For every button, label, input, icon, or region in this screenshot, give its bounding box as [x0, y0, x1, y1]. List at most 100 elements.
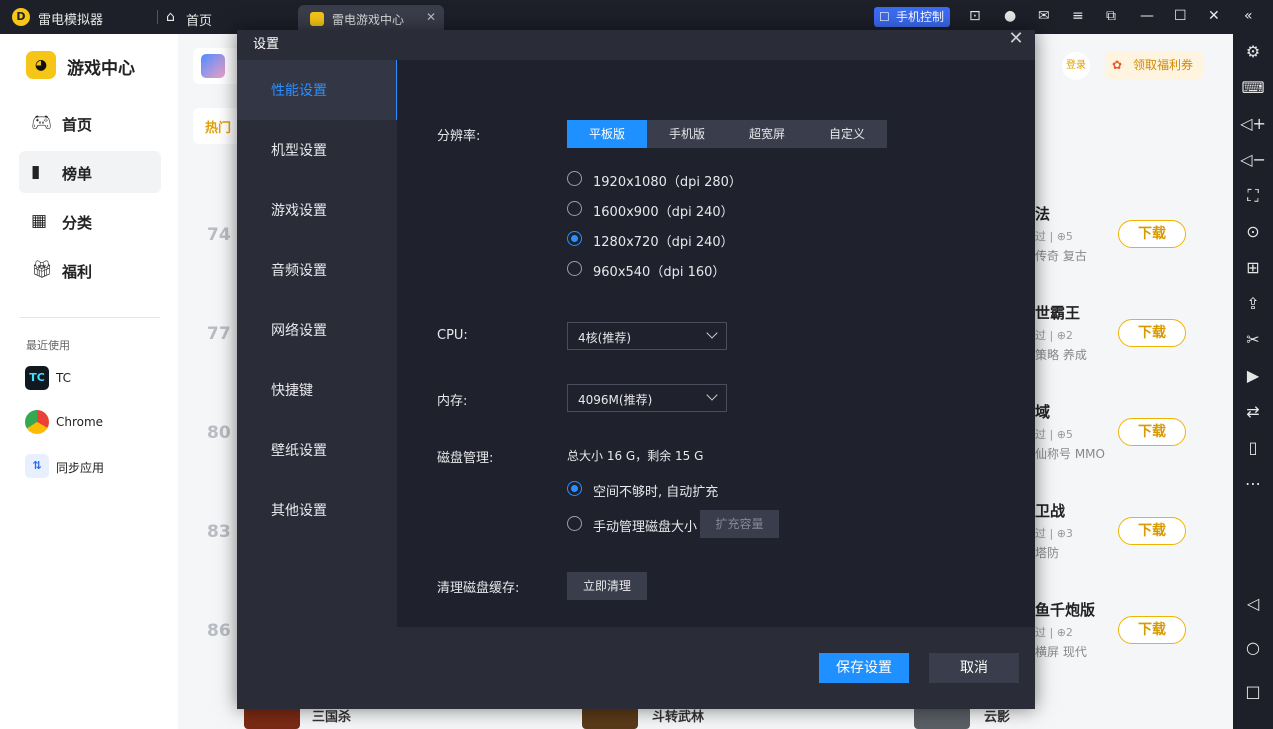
- home-circle-icon[interactable]: ○: [1233, 638, 1273, 657]
- sync-icon[interactable]: ⇄: [1233, 402, 1273, 421]
- game-meta: 过 | ⊕3: [1035, 527, 1073, 540]
- game-name[interactable]: 法: [1035, 203, 1050, 224]
- cpu-select[interactable]: 4核(推荐): [567, 322, 727, 350]
- volume-down-icon[interactable]: ◁−: [1233, 150, 1273, 169]
- menu-item-other[interactable]: 其他设置: [237, 480, 397, 540]
- more-icon[interactable]: ⋯: [1233, 474, 1273, 493]
- multi-instance-icon[interactable]: ⊞: [1233, 258, 1273, 277]
- collapse-toolbar-icon[interactable]: «: [1244, 8, 1253, 24]
- menu-item-wallpaper[interactable]: 壁纸设置: [237, 420, 397, 480]
- shake-icon[interactable]: ▯: [1233, 438, 1273, 457]
- resolution-option-label: 1280x720（dpi 240）: [593, 235, 734, 250]
- welfare-coupon-button[interactable]: ✿ 领取福利券: [1105, 51, 1203, 79]
- sidebar-item-label: 福利: [62, 263, 93, 281]
- expand-capacity-button[interactable]: 扩充容量: [700, 510, 779, 538]
- keyboard-icon[interactable]: ⌨: [1233, 78, 1273, 97]
- app-title: 雷电模拟器: [38, 13, 104, 28]
- close-window-icon[interactable]: ✕: [1208, 8, 1220, 24]
- video-icon[interactable]: ▶: [1233, 366, 1273, 385]
- game-thumbnail[interactable]: [914, 706, 970, 729]
- game-name[interactable]: 世霸王: [1035, 302, 1080, 323]
- sidebar-item-category[interactable]: ▦ 分类: [19, 200, 161, 242]
- radio-button[interactable]: [567, 481, 582, 496]
- cpu-label: CPU:: [437, 328, 468, 343]
- resolution-tab-ultrawide[interactable]: 超宽屏: [727, 120, 807, 148]
- resolution-tab-custom[interactable]: 自定义: [807, 120, 887, 148]
- dialog-footer: 保存设置 取消: [237, 627, 1035, 709]
- featured-game-icon: [201, 54, 225, 78]
- download-button[interactable]: 下载: [1118, 616, 1186, 644]
- bar-chart-icon: ▮: [31, 162, 41, 182]
- popout-icon[interactable]: ⧉: [1106, 8, 1116, 24]
- download-button[interactable]: 下载: [1118, 517, 1186, 545]
- tab-home[interactable]: 首页: [186, 10, 212, 29]
- hot-filter[interactable]: 热门: [193, 108, 239, 144]
- download-button[interactable]: 下载: [1118, 319, 1186, 347]
- memory-select[interactable]: 4096M(推荐): [567, 384, 727, 412]
- menu-item-model[interactable]: 机型设置: [237, 120, 397, 180]
- menu-item-performance[interactable]: 性能设置: [237, 60, 399, 120]
- game-thumbnail[interactable]: [244, 706, 300, 729]
- download-button[interactable]: 下载: [1118, 418, 1186, 446]
- fullscreen-icon[interactable]: ⛶: [1233, 186, 1273, 206]
- menu-icon[interactable]: ≡: [1072, 8, 1084, 24]
- download-button[interactable]: 下载: [1118, 220, 1186, 248]
- game-name[interactable]: 域: [1035, 401, 1050, 422]
- game-center-title: 游戏中心: [67, 59, 135, 79]
- game-name[interactable]: 鱼千炮版: [1035, 599, 1095, 620]
- menu-item-network[interactable]: 网络设置: [237, 300, 397, 360]
- game-center-sidebar: ◕ 游戏中心 🎮︎ 首页 ▮ 榜单 ▦ 分类 🎁︎ 福利 最近使用 TC TC …: [0, 34, 178, 729]
- coupon-icon: ✿: [1112, 58, 1123, 72]
- menu-item-shortcuts[interactable]: 快捷键: [237, 360, 397, 420]
- maximize-icon[interactable]: ☐: [1174, 8, 1187, 24]
- minimize-icon[interactable]: —: [1140, 8, 1154, 24]
- record-icon[interactable]: ⊙: [1233, 222, 1273, 241]
- menu-item-game[interactable]: 游戏设置: [237, 180, 397, 240]
- radio-button[interactable]: [567, 231, 582, 246]
- radio-button[interactable]: [567, 261, 582, 276]
- settings-icon[interactable]: ⚙: [1233, 42, 1273, 61]
- radio-button[interactable]: [567, 171, 582, 186]
- radio-button[interactable]: [567, 201, 582, 216]
- menu-item-audio[interactable]: 音频设置: [237, 240, 397, 300]
- menu-item-label: 机型设置: [271, 143, 327, 159]
- game-thumbnail[interactable]: [582, 706, 638, 729]
- sidebar-item-welfare[interactable]: 🎁︎ 福利: [19, 249, 161, 291]
- resolution-option-label: 1920x1080（dpi 280）: [593, 175, 742, 190]
- user-icon[interactable]: ●: [1004, 8, 1016, 24]
- login-button[interactable]: 登录: [1062, 52, 1090, 80]
- game-tags: 横屏 现代: [1035, 645, 1087, 659]
- tc-app-icon: TC: [25, 366, 49, 390]
- sidebar-item-ranking[interactable]: ▮ 榜单: [19, 151, 161, 193]
- mail-icon[interactable]: ✉: [1038, 8, 1050, 24]
- clear-cache-button[interactable]: 立即清理: [567, 572, 647, 600]
- back-icon[interactable]: ◁: [1233, 594, 1273, 613]
- resolution-tab-tablet[interactable]: 平板版: [567, 120, 647, 148]
- recent-apps-icon[interactable]: □: [1233, 682, 1273, 701]
- close-dialog-icon[interactable]: ✕: [1006, 30, 1026, 50]
- home-icon[interactable]: ⌂: [166, 9, 175, 25]
- cancel-button[interactable]: 取消: [929, 653, 1019, 683]
- save-settings-button[interactable]: 保存设置: [819, 653, 909, 683]
- rank-number: 77: [207, 324, 231, 344]
- radio-button[interactable]: [567, 516, 582, 531]
- disk-option-label: 空间不够时, 自动扩充: [593, 485, 719, 500]
- tab-game-center-label: 雷电游戏中心: [332, 13, 405, 27]
- phone-control-button[interactable]: ☐ 手机控制: [874, 7, 950, 27]
- volume-up-icon[interactable]: ◁+: [1233, 114, 1273, 133]
- recent-item-label: TC: [56, 371, 72, 385]
- chevron-down-icon: [706, 389, 718, 401]
- screenshot-scissors-icon[interactable]: ✂: [1233, 330, 1273, 349]
- game-name[interactable]: 卫战: [1035, 500, 1065, 521]
- rank-number: 80: [207, 423, 231, 443]
- close-tab-icon[interactable]: ✕: [426, 10, 436, 24]
- resolution-tab-phone[interactable]: 手机版: [647, 120, 727, 148]
- gamepad-icon[interactable]: ⊡: [969, 8, 981, 24]
- featured-game-card[interactable]: [193, 48, 239, 84]
- title-bar: D 雷电模拟器 ⌂ 首页 雷电游戏中心 ✕ ☐ 手机控制 ⊡ ● ✉ ≡ ⧉ —…: [0, 0, 1273, 34]
- game-center-tab-icon: [310, 12, 324, 26]
- sidebar-item-home[interactable]: 🎮︎ 首页: [19, 102, 161, 144]
- apk-install-icon[interactable]: ⇪: [1233, 294, 1273, 313]
- recent-item-label: Chrome: [56, 415, 104, 429]
- game-center-logo-icon: ◕: [26, 51, 56, 79]
